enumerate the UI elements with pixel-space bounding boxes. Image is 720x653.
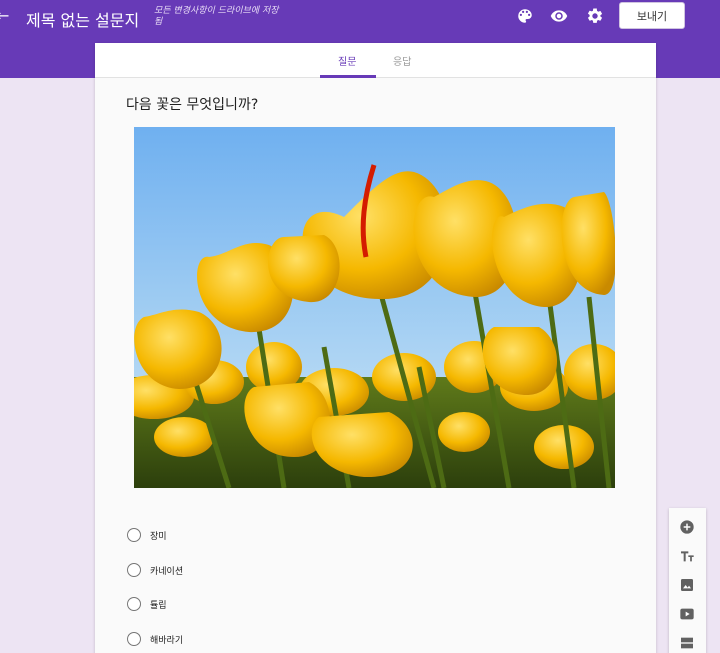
option-tulip[interactable]: 튤립 [127, 596, 167, 612]
eye-icon[interactable] [549, 6, 569, 26]
save-status: 모든 변경사항이 드라이브에 저장됨 [154, 6, 279, 27]
option-label: 카네이션 [150, 566, 184, 577]
tab-responses[interactable]: 응답 [393, 53, 411, 68]
option-label: 장미 [150, 531, 167, 542]
tab-questions[interactable]: 질문 [338, 53, 356, 68]
radio-button[interactable] [127, 563, 141, 577]
palette-icon[interactable] [515, 6, 535, 26]
radio-button[interactable] [127, 632, 141, 646]
option-carnation[interactable]: 카네이션 [127, 562, 183, 578]
form-title[interactable]: 제목 없는 설문지 [26, 7, 139, 31]
active-tab-indicator [320, 75, 376, 78]
send-button[interactable]: 보내기 [619, 2, 685, 29]
add-video-icon[interactable] [678, 605, 696, 623]
gear-icon[interactable] [585, 6, 605, 26]
option-label: 튤립 [150, 600, 167, 611]
back-arrow-icon[interactable]: ← [0, 6, 9, 25]
add-image-icon[interactable] [678, 576, 696, 594]
option-sunflower[interactable]: 해바라기 [127, 631, 183, 647]
radio-button[interactable] [127, 528, 141, 542]
option-label: 해바라기 [150, 635, 184, 646]
side-toolbar [669, 508, 706, 653]
question-title[interactable]: 다음 꽃은 무엇입니까? [126, 94, 258, 114]
add-title-icon[interactable] [678, 547, 696, 565]
add-question-icon[interactable] [678, 518, 696, 536]
add-section-icon[interactable] [678, 634, 696, 652]
radio-button[interactable] [127, 597, 141, 611]
option-rose[interactable]: 장미 [127, 527, 167, 543]
question-image[interactable] [134, 127, 615, 488]
tab-bar: 질문 응답 [95, 43, 656, 78]
form-card: 질문 응답 다음 꽃은 무엇입니까? 장미 카네이션 튤립 해바라기 [95, 43, 656, 653]
